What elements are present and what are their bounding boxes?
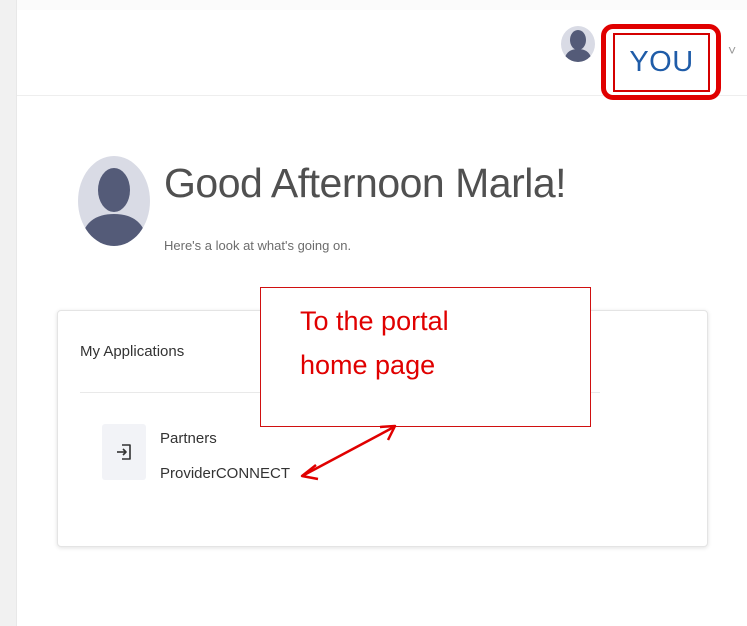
left-rail — [0, 0, 17, 626]
my-applications-title: My Applications — [80, 343, 185, 360]
person-silhouette-icon — [78, 156, 150, 246]
user-avatar-icon[interactable] — [561, 26, 595, 62]
chevron-down-icon[interactable]: ˅ — [728, 42, 736, 58]
person-silhouette-icon — [561, 26, 595, 62]
profile-avatar-icon — [78, 156, 150, 246]
annotation-line1: To the portal — [300, 306, 449, 336]
greeting-title: Good Afternoon Marla! — [164, 160, 567, 206]
user-menu-button[interactable]: YOU — [613, 33, 710, 92]
app-tile-icon-box[interactable] — [102, 424, 146, 480]
greeting-subtitle: Here's a look at what's going on. — [164, 238, 352, 253]
app-name-line2[interactable]: ProviderCONNECT — [160, 465, 290, 482]
annotation-line2: home page — [300, 350, 436, 380]
user-menu-label: YOU — [629, 46, 694, 78]
sign-in-icon — [117, 444, 131, 460]
app-name-line1[interactable]: Partners — [160, 430, 217, 447]
